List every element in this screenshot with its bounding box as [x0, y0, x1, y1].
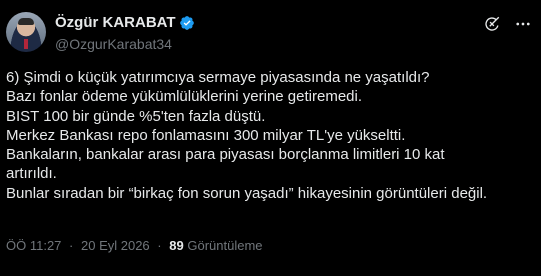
avatar-hair: [18, 18, 34, 25]
author-display-name-row[interactable]: Özgür KARABAT: [55, 14, 195, 31]
meta-separator: ·: [69, 238, 74, 253]
views-label[interactable]: Görüntüleme: [187, 238, 262, 253]
post-line: Merkez Bankası repo fonlamasını 300 mily…: [6, 126, 406, 144]
grok-icon[interactable]: [483, 15, 501, 33]
post-line: Bankaların, bankalar arası para piyasası…: [6, 146, 445, 164]
views-count[interactable]: 89: [169, 238, 183, 253]
post-line: BIST 100 bir günde %5'ten fazla düştü.: [6, 107, 266, 125]
post-time[interactable]: ÖÖ 11:27: [6, 238, 61, 253]
author-names: Özgür KARABAT @OzgurKarabat34: [55, 14, 195, 52]
meta-separator: ·: [157, 238, 162, 253]
post-date[interactable]: 20 Eyl 2026: [81, 238, 150, 253]
post-line: Bunlar sıradan bir “birkaç fon sorun yaş…: [6, 184, 488, 202]
author-display-name[interactable]: Özgür KARABAT: [55, 14, 176, 31]
author-handle[interactable]: @OzgurKarabat34: [55, 36, 195, 52]
more-options-icon[interactable]: [513, 15, 533, 33]
post-line: artırıldı.: [6, 165, 57, 183]
avatar[interactable]: [6, 12, 46, 52]
post-header: Özgür KARABAT @OzgurKarabat34: [6, 8, 535, 58]
verified-badge-icon: [179, 15, 194, 30]
post-line: Bazı fonlar ödeme yükümlülüklerini yerin…: [6, 88, 363, 106]
post-text: 6) Şimdi o küçük yatırımcıya sermaye piy…: [6, 68, 535, 203]
post-meta: ÖÖ 11:27 · 20 Eyl 2026 · 89 Görüntüleme: [6, 238, 263, 253]
post-line: 6) Şimdi o küçük yatırımcıya sermaye piy…: [6, 69, 430, 86]
avatar-tie: [24, 39, 28, 49]
